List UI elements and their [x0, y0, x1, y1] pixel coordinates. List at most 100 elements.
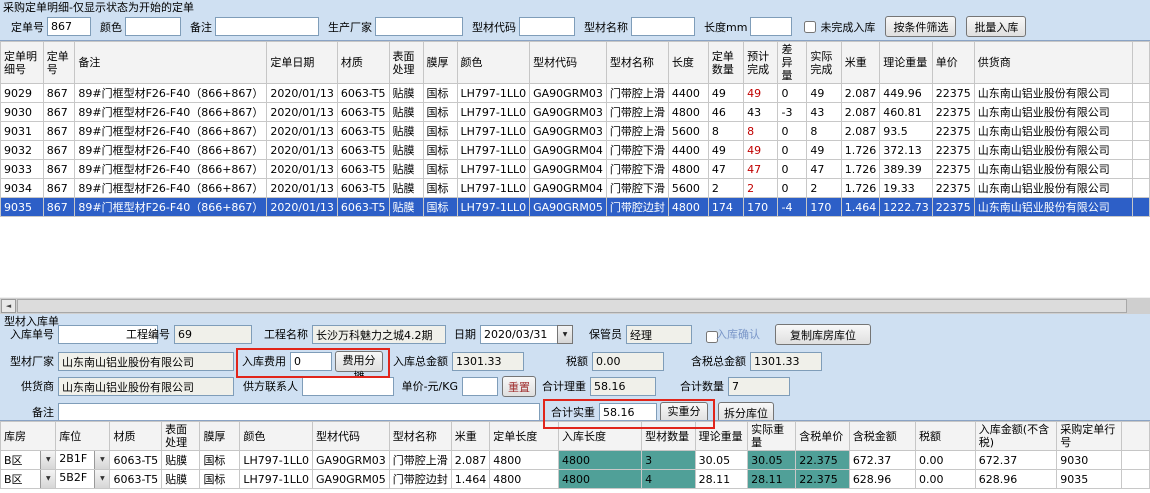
cell: 2: [708, 179, 743, 198]
horizontal-scrollbar[interactable]: ◄: [0, 297, 1150, 314]
combobox-value: 2B1F: [56, 451, 94, 469]
cell: 22375: [932, 179, 974, 198]
column-header: 表面处理: [389, 42, 423, 84]
cell: 国标: [423, 141, 457, 160]
factory-input[interactable]: [58, 352, 234, 371]
cell: 449.96: [880, 84, 933, 103]
cell: 贴膜: [389, 103, 423, 122]
cell: 2020/01/13: [267, 122, 337, 141]
total-theory-weight-input[interactable]: [590, 377, 656, 396]
cell: 93.5: [880, 122, 933, 141]
dropdown-arrow-icon[interactable]: ▼: [40, 470, 55, 488]
cell: 372.13: [880, 141, 933, 160]
cell: 山东南山铝业股份有限公司: [974, 160, 1133, 179]
fee-apportion-button[interactable]: 费用分摊: [335, 351, 383, 372]
cell: 门带腔上滑: [606, 103, 668, 122]
cell: 门带腔上滑: [606, 84, 668, 103]
order-row[interactable]: 902986789#门框型材F26-F40（866+867）2020/01/13…: [1, 84, 1150, 103]
cell: 贴膜: [162, 451, 200, 470]
cell: 国标: [423, 160, 457, 179]
tax-input[interactable]: [592, 352, 664, 371]
filter-input-profile-name[interactable]: [631, 17, 695, 36]
column-header: 理论重量: [880, 42, 933, 84]
cell: 国标: [423, 179, 457, 198]
cell: 628.96: [849, 470, 915, 489]
cell: 山东南山铝业股份有限公司: [974, 84, 1133, 103]
order-row[interactable]: 903586789#门框型材F26-F40（866+867）2020/01/13…: [1, 198, 1150, 217]
dropdown-arrow-icon[interactable]: ▼: [94, 451, 109, 469]
cell: 6063-T5: [337, 198, 389, 217]
cell: 9035: [1, 198, 44, 217]
cell: 6063-T5: [110, 451, 162, 470]
column-header: 预计完成: [744, 42, 778, 84]
keeper-input[interactable]: [626, 325, 692, 344]
order-row[interactable]: 903186789#门框型材F26-F40（866+867）2020/01/13…: [1, 122, 1150, 141]
filter-by-condition-button[interactable]: 按条件筛选: [885, 16, 956, 37]
dropdown-arrow-icon[interactable]: ▼: [94, 470, 109, 488]
order-row[interactable]: 903286789#门框型材F26-F40（866+867）2020/01/13…: [1, 141, 1150, 160]
column-header: 型材代码: [530, 42, 607, 84]
cell: -3: [778, 103, 807, 122]
supplier-input[interactable]: [58, 377, 234, 396]
column-header: 库位: [56, 422, 110, 451]
order-row[interactable]: 903086789#门框型材F26-F40（866+867）2020/01/13…: [1, 103, 1150, 122]
contact-input[interactable]: [302, 377, 394, 396]
unit-price-input[interactable]: [462, 377, 498, 396]
cell: 9033: [1, 160, 44, 179]
cell: [1133, 179, 1150, 198]
cell: 89#门框型材F26-F40（866+867）: [75, 198, 267, 217]
reset-button[interactable]: 重置: [502, 376, 536, 397]
cell: 贴膜: [389, 141, 423, 160]
project-name-input[interactable]: [312, 325, 446, 344]
batch-inbound-button[interactable]: 批量入库: [966, 16, 1026, 37]
column-header: 表面处理: [162, 422, 200, 451]
cell: 672.37: [975, 451, 1056, 470]
filter-input-color[interactable]: [125, 17, 181, 36]
cell: 4800: [668, 198, 708, 217]
column-header: 理论重量: [695, 422, 747, 451]
date-dropdown-button[interactable]: ▼: [557, 325, 573, 344]
cell: 门带腔边封: [606, 198, 668, 217]
filter-input-order-no[interactable]: [47, 17, 91, 36]
location-combobox[interactable]: B区▼: [1, 451, 55, 469]
location-combobox[interactable]: B区▼: [1, 470, 55, 488]
unfinished-checkbox[interactable]: [804, 21, 816, 33]
column-header: 型材名称: [389, 422, 451, 451]
cell: 89#门框型材F26-F40（866+867）: [75, 84, 267, 103]
cell: LH797-1LL0: [457, 122, 530, 141]
filter-input-remark[interactable]: [215, 17, 319, 36]
order-row[interactable]: 903386789#门框型材F26-F40（866+867）2020/01/13…: [1, 160, 1150, 179]
location-combobox[interactable]: 2B1F▼: [56, 451, 109, 469]
project-no-input[interactable]: [174, 325, 252, 344]
cell: 174: [708, 198, 743, 217]
scrollbar-thumb[interactable]: [17, 299, 1127, 313]
cell: 国标: [200, 470, 240, 489]
filter-input-length[interactable]: [750, 17, 792, 36]
date-input[interactable]: [480, 325, 558, 344]
total-qty-input[interactable]: [728, 377, 790, 396]
fee-input[interactable]: [290, 352, 332, 371]
combobox-value: B区: [1, 451, 40, 469]
location-combobox[interactable]: 5B2F▼: [56, 470, 109, 488]
tax-label: 税额: [556, 352, 588, 371]
total-with-tax-input[interactable]: [750, 352, 822, 371]
dropdown-arrow-icon[interactable]: ▼: [40, 451, 55, 469]
unfinished-checkbox-wrap[interactable]: 未完成入库: [804, 19, 875, 35]
cell: 4: [642, 470, 695, 489]
total-amount-input[interactable]: [452, 352, 524, 371]
cell: 山东南山铝业股份有限公司: [974, 103, 1133, 122]
cell: 5B2F▼: [56, 470, 110, 489]
cell: 43: [807, 103, 841, 122]
cell: 8: [744, 122, 778, 141]
factory-label: 型材厂家: [0, 352, 54, 371]
scroll-left-arrow[interactable]: ◄: [1, 299, 16, 313]
cell: 47: [744, 160, 778, 179]
cell: 0.00: [916, 451, 976, 470]
copy-warehouse-location-button[interactable]: 复制库房库位: [775, 324, 871, 345]
filter-input-manufacturer[interactable]: [375, 17, 463, 36]
inbound-row[interactable]: B区▼5B2F▼6063-T5贴膜国标LH797-1LL0GA90GRM05门带…: [1, 470, 1150, 489]
order-row[interactable]: 903486789#门框型材F26-F40（866+867）2020/01/13…: [1, 179, 1150, 198]
inbound-row[interactable]: B区▼2B1F▼6063-T5贴膜国标LH797-1LL0GA90GRM03门带…: [1, 451, 1150, 470]
filter-input-profile-code[interactable]: [519, 17, 575, 36]
column-header: 颜色: [457, 42, 530, 84]
